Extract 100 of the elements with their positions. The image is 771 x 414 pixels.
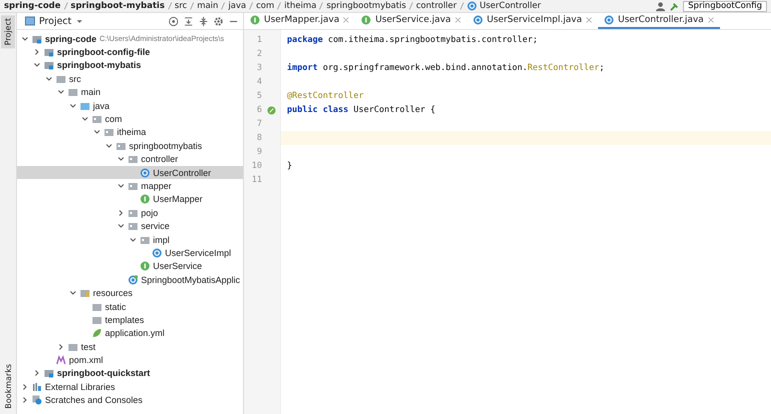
folder-icon [56,74,66,84]
leaf-icon [92,328,102,338]
tab-label: UserService.java [375,15,451,25]
tree-item[interactable]: External Libraries [17,380,243,394]
hammer-icon[interactable] [669,0,680,12]
target-icon[interactable] [168,16,179,26]
breadcrumb-item[interactable]: spring-code [4,1,61,11]
tree-item[interactable]: main [17,86,243,99]
chevron-down-icon[interactable] [45,74,53,83]
breadcrumb-item[interactable]: springbootmybatis [326,1,406,11]
breadcrumb-item[interactable]: UserController [480,1,541,11]
tree-item[interactable]: springboot-config-file [17,45,243,59]
folder-icon [92,302,102,312]
tree-item[interactable]: src [17,72,243,86]
collapse-all-icon[interactable] [198,16,209,26]
class-icon [466,1,477,11]
editor-tab[interactable]: UserMapper.java [244,13,356,29]
settings-icon[interactable] [213,16,224,26]
tree-item[interactable]: java [17,98,243,112]
editor-tab[interactable]: UserController.java [598,13,720,29]
chevron-down-icon[interactable] [69,289,77,298]
chevron-down-icon[interactable] [69,102,77,110]
bookmarks-tool-tab[interactable]: Bookmarks [4,361,12,412]
code-line: } [287,161,292,171]
editor-tab[interactable]: UserService.java [355,13,467,29]
tree-item[interactable]: UserMapper [17,192,243,206]
package-folder-icon [116,140,126,151]
breadcrumb-item[interactable]: src [174,1,188,11]
source-folder-icon [80,100,90,111]
tree-label: springboot-config-file [57,47,150,58]
chevron-right-icon[interactable] [57,342,65,351]
run-configuration-dropdown[interactable]: SpringbootConfig [683,0,767,12]
tree-item[interactable]: pom.xml [17,353,243,367]
chevron-down-icon[interactable] [57,88,65,96]
spring-class-icon [128,274,138,285]
chevron-down-icon[interactable] [81,115,89,124]
tree-label: UserController [153,168,212,178]
editor-tab[interactable]: UserServiceImpl.java [466,13,598,29]
folder-icon [92,314,102,325]
tree-label: springboot-quickstart [57,368,150,378]
tree-item[interactable]: static [17,300,243,314]
code-line: public class UserController { [287,105,436,115]
tree-item[interactable]: UserService [17,260,243,274]
project-tool-tab[interactable]: Project [1,15,15,48]
chevron-down-icon[interactable] [93,128,101,136]
tree-item[interactable]: Scratches and Consoles [17,394,243,407]
tree-item[interactable]: itheima [17,126,243,140]
caret-icon[interactable] [76,18,83,24]
scratches-icon [32,395,42,406]
tree-item[interactable]: test [17,340,243,354]
tree-item[interactable]: mapper [17,179,243,193]
chevron-down-icon[interactable] [117,182,125,190]
interface-icon [140,261,150,272]
chevron-down-icon[interactable] [21,34,29,43]
chevron-right-icon[interactable] [21,382,29,391]
chevron-down-icon[interactable] [105,142,113,150]
tab-label: UserMapper.java [264,15,340,25]
tree-item[interactable]: UserController [17,166,243,180]
interface-icon [140,194,150,204]
tree-item[interactable]: service [17,219,243,233]
breadcrumb-item[interactable]: com [256,1,274,11]
chevron-down-icon[interactable] [33,61,41,70]
breadcrumb-item[interactable]: java [228,1,246,11]
tree-item[interactable]: springboot-mybatis [17,58,243,72]
expand-all-icon[interactable] [183,16,194,26]
tree-item[interactable]: controller [17,152,243,166]
tree-item[interactable]: springboot-quickstart [17,366,243,380]
tree-item[interactable]: impl [17,232,243,246]
tree-item[interactable]: springbootmybatis [17,139,243,153]
chevron-right-icon[interactable] [117,208,125,217]
tree-item[interactable]: application.yml [17,326,243,340]
chevron-down-icon[interactable] [129,236,137,244]
tree-label: service [141,221,170,232]
folder-icon [68,342,78,352]
chevron-down-icon[interactable] [117,222,125,230]
breadcrumb-item[interactable]: main [197,1,218,11]
tree-label: impl [153,234,170,245]
breadcrumb-item[interactable]: springboot-mybatis [70,1,165,11]
line-number: 11 [250,175,262,185]
tree-item[interactable]: templates [17,313,243,327]
tree-item[interactable]: com [17,112,243,126]
tree-item[interactable]: resources [17,286,243,300]
tree-item[interactable]: pojo [17,206,243,220]
chevron-right-icon[interactable] [21,396,29,404]
slash-separator-icon [277,2,282,10]
maven-m-icon [56,355,66,366]
tree-label: java [93,100,110,111]
user-icon[interactable] [655,0,666,12]
tree-label: Scratches and Consoles [45,395,143,406]
chevron-right-icon[interactable] [33,369,41,378]
chevron-right-icon[interactable] [33,48,41,56]
tree-item[interactable]: SpringbootMybatisApplic [17,273,243,286]
panel-title[interactable]: Project [39,16,72,26]
breadcrumb-item[interactable]: itheima [284,1,316,11]
window-icon [25,16,35,26]
line-number: 10 [250,161,262,171]
chevron-down-icon[interactable] [117,155,125,164]
tree-item[interactable]: UserServiceImpl [17,246,243,260]
code-line: @RestController [287,91,364,101]
breadcrumb-item[interactable]: controller [416,1,457,11]
